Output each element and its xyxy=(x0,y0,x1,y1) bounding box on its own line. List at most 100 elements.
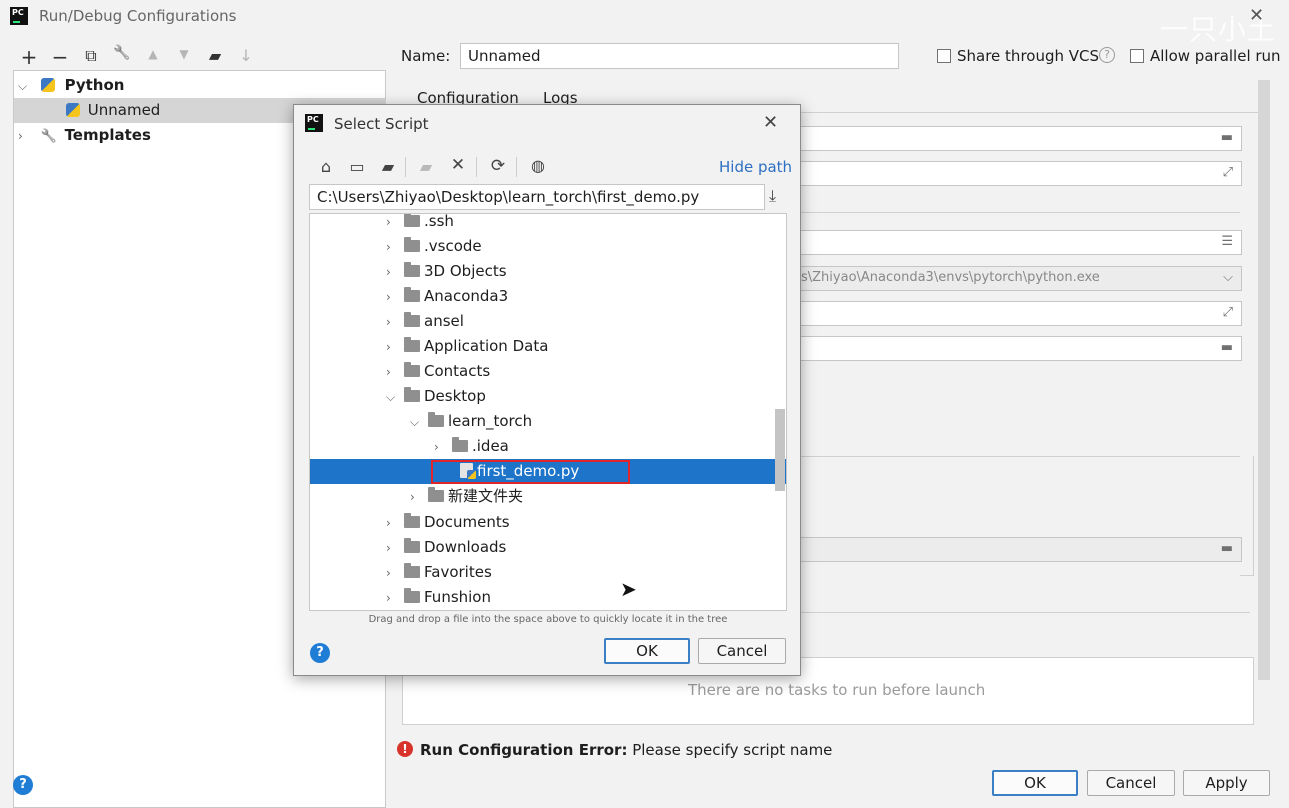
vertical-scrollbar[interactable] xyxy=(1258,80,1270,680)
tree-row-application-data[interactable]: › Application Data xyxy=(310,334,786,360)
separator xyxy=(790,612,1250,613)
tree-row-documents[interactable]: › Documents xyxy=(310,510,786,536)
window-title: Run/Debug Configurations xyxy=(39,7,237,25)
dialog-cancel-button[interactable]: Cancel xyxy=(698,638,786,664)
share-vcs-checkbox[interactable]: Share through VCS xyxy=(937,47,1099,65)
move-up-icon[interactable]: ▲ xyxy=(143,47,163,61)
chevron-right-icon[interactable]: › xyxy=(386,310,396,335)
parameters-field[interactable]: ⤢ xyxy=(790,161,1242,186)
tree-row-ssh[interactable]: › .ssh xyxy=(310,214,786,235)
script-path-field[interactable]: ▬ xyxy=(790,126,1242,151)
tree-item-python[interactable]: ⌵ Python xyxy=(14,73,386,98)
tree-row-3d-objects[interactable]: › 3D Objects xyxy=(310,259,786,285)
chevron-down-icon[interactable]: ⌵ xyxy=(18,74,28,99)
chevron-down-icon[interactable]: ⌵ xyxy=(1223,270,1233,285)
sort-icon[interactable]: ↓ xyxy=(236,46,256,65)
tree-row-label: 新建文件夹 xyxy=(448,487,524,505)
chevron-right-icon[interactable]: › xyxy=(386,285,396,310)
tree-row-label: .idea xyxy=(472,437,509,455)
chevron-right-icon[interactable]: › xyxy=(18,124,28,149)
tree-row-label: Desktop xyxy=(424,387,486,405)
show-hidden-files-icon[interactable]: ◍ xyxy=(527,156,549,175)
select-script-dialog: PC Select Script ✕ ⌂ ▭ ▰ ▰ ✕ ⟳ ◍ Hide pa… xyxy=(293,104,801,676)
window-close-icon[interactable]: ✕ xyxy=(1249,5,1264,26)
chevron-right-icon[interactable]: › xyxy=(386,586,396,610)
delete-icon[interactable]: ✕ xyxy=(447,155,469,175)
chevron-right-icon[interactable]: › xyxy=(386,260,396,285)
folder-icon xyxy=(404,362,420,377)
file-tree[interactable]: › .ssh › .vscode › 3D Objects › Anaconda3 › a… xyxy=(309,213,787,611)
folder-open-icon[interactable]: ▬ xyxy=(1221,340,1233,355)
project-folder-icon[interactable]: ▰ xyxy=(377,157,399,176)
chevron-right-icon[interactable]: › xyxy=(386,335,396,360)
tree-row-idea[interactable]: › .idea xyxy=(310,434,786,460)
folder-open-icon[interactable]: ▬ xyxy=(1221,541,1233,556)
new-folder-icon[interactable]: ▰ xyxy=(415,157,437,176)
allow-parallel-checkbox[interactable]: Allow parallel run xyxy=(1130,47,1281,65)
help-icon[interactable]: ? xyxy=(310,643,330,663)
expand-icon[interactable]: ⤢ xyxy=(1223,165,1233,180)
chevron-right-icon[interactable]: › xyxy=(434,435,444,460)
tree-item-label: Unnamed xyxy=(87,101,161,119)
cancel-button[interactable]: Cancel xyxy=(1087,770,1175,796)
chevron-right-icon[interactable]: › xyxy=(386,511,396,536)
working-directory-field[interactable]: ▬ xyxy=(790,336,1242,361)
add-config-button[interactable]: + xyxy=(19,45,39,69)
help-icon[interactable]: ? xyxy=(13,775,33,795)
interpreter-options-field[interactable]: ⤢ xyxy=(790,301,1242,326)
chevron-right-icon[interactable]: › xyxy=(386,360,396,385)
remove-config-button[interactable]: − xyxy=(50,45,70,69)
tree-row-vscode[interactable]: › .vscode xyxy=(310,234,786,260)
tree-row-ansel[interactable]: › ansel xyxy=(310,309,786,335)
new-folder-icon[interactable]: ▰ xyxy=(205,46,225,65)
dialog-ok-button[interactable]: OK xyxy=(604,638,690,664)
dialog-close-icon[interactable]: ✕ xyxy=(763,112,778,133)
edit-templates-wrench-icon[interactable]: 🔧 xyxy=(112,45,132,61)
copy-config-icon[interactable]: ⧉ xyxy=(81,46,101,66)
docker-path-field[interactable]: ▬ xyxy=(790,537,1242,562)
folder-open-icon[interactable]: ▬ xyxy=(1221,130,1233,145)
tree-row-learn-torch[interactable]: ⌵ learn_torch xyxy=(310,409,786,435)
document-icon[interactable]: ☰ xyxy=(1221,234,1233,249)
separator xyxy=(790,212,1240,213)
tree-row-label: ansel xyxy=(424,312,464,330)
name-field[interactable]: Unnamed xyxy=(460,43,899,69)
tree-row-new-folder[interactable]: › 新建文件夹 xyxy=(310,484,786,510)
path-input[interactable]: C:\Users\Zhiyao\Desktop\learn_torch\firs… xyxy=(309,184,765,210)
expand-icon[interactable]: ⤢ xyxy=(1223,305,1233,320)
apply-button[interactable]: Apply xyxy=(1183,770,1270,796)
chevron-right-icon[interactable]: › xyxy=(386,235,396,260)
tree-row-desktop[interactable]: ⌵ Desktop xyxy=(310,384,786,410)
home-icon[interactable]: ⌂ xyxy=(315,157,337,176)
tree-row-favorites[interactable]: › Favorites xyxy=(310,560,786,586)
chevron-right-icon[interactable]: › xyxy=(386,536,396,561)
tree-row-downloads[interactable]: › Downloads xyxy=(310,535,786,561)
python-interpreter-select[interactable]: s\Zhiyao\Anaconda3\envs\pytorch\python.e… xyxy=(790,266,1242,291)
chevron-right-icon[interactable]: › xyxy=(386,214,396,235)
help-circle-icon[interactable]: ? xyxy=(1099,47,1115,63)
tree-item-label: Python xyxy=(64,76,125,94)
toolbar-divider xyxy=(405,157,406,177)
chevron-right-icon[interactable]: › xyxy=(386,561,396,586)
move-down-icon[interactable]: ▼ xyxy=(174,47,194,61)
ok-button[interactable]: OK xyxy=(992,770,1078,796)
tree-row-contacts[interactable]: › Contacts xyxy=(310,359,786,385)
dialog-title: Select Script xyxy=(334,115,429,133)
refresh-icon[interactable]: ⟳ xyxy=(487,156,509,176)
tree-row-funshion[interactable]: › Funshion xyxy=(310,585,786,610)
chevron-down-icon[interactable]: ⌵ xyxy=(410,410,420,435)
folder-icon xyxy=(404,387,420,402)
download-icon[interactable]: ⤓ xyxy=(769,186,776,206)
highlight-box xyxy=(431,460,630,484)
pycharm-logo-icon: PC xyxy=(10,7,28,25)
tree-row-anaconda3[interactable]: › Anaconda3 xyxy=(310,284,786,310)
tree-row-label: Anaconda3 xyxy=(424,287,509,305)
desktop-icon[interactable]: ▭ xyxy=(346,157,368,176)
environment-variables-field[interactable]: ☰ xyxy=(790,230,1242,255)
checkbox-box[interactable] xyxy=(1130,49,1144,63)
chevron-right-icon[interactable]: › xyxy=(410,485,420,510)
tree-scrollbar-thumb[interactable] xyxy=(775,409,785,491)
chevron-down-icon[interactable]: ⌵ xyxy=(386,385,396,410)
checkbox-box[interactable] xyxy=(937,49,951,63)
hide-path-link[interactable]: Hide path xyxy=(719,158,792,176)
